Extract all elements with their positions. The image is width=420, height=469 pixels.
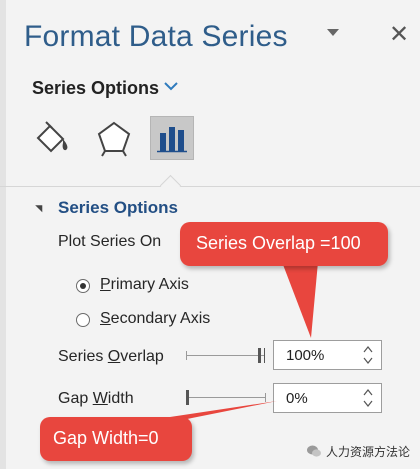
wechat-icon: [307, 445, 321, 457]
watermark: 人力资源方法论: [306, 441, 416, 463]
gap-width-callout-text: Gap Width=0: [53, 428, 159, 448]
series-overlap-callout: Series Overlap =100: [180, 222, 388, 266]
watermark-text: 人力资源方法论: [326, 445, 411, 459]
gap-width-callout: Gap Width=0: [40, 417, 192, 461]
series-overlap-callout-text: Series Overlap =100: [196, 233, 361, 253]
overlap-callout-pointer: [282, 262, 318, 338]
